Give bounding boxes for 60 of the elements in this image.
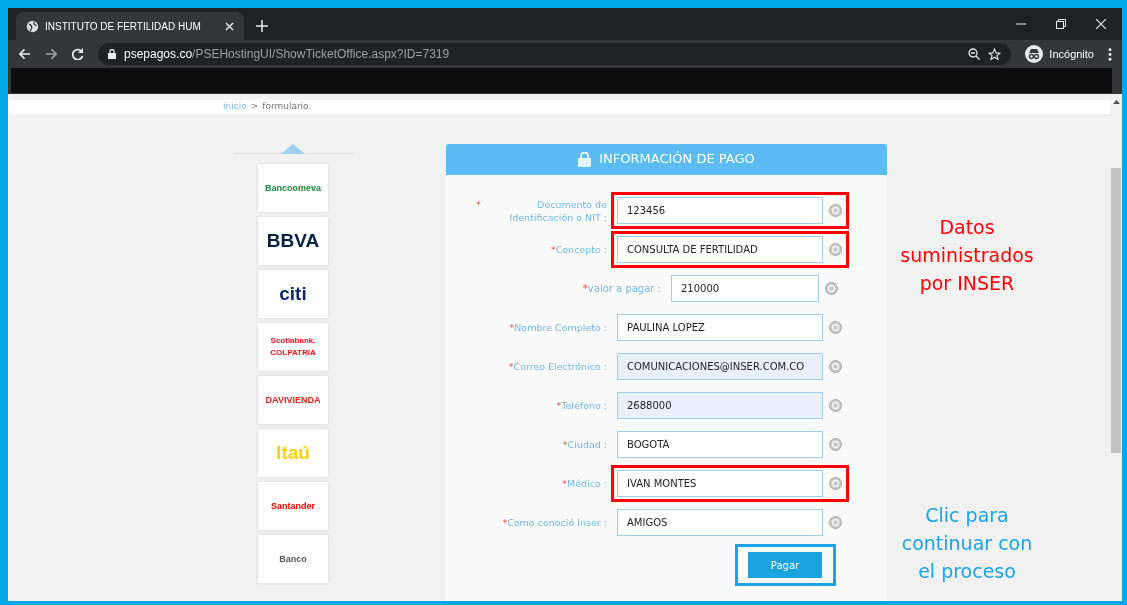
bank-logo[interactable]: Bancoomeva: [258, 163, 328, 212]
input-field[interactable]: 2688000: [617, 392, 823, 419]
profile-label: Incógnito: [1049, 46, 1094, 62]
browser-tab[interactable]: INSTITUTO DE FERTILIDAD HUM: [16, 12, 244, 40]
field-label: valor a pagar :: [587, 282, 661, 295]
input-field[interactable]: 210000: [671, 275, 819, 302]
field-label: Médico :: [567, 477, 607, 490]
required-mark: *: [562, 438, 568, 451]
zoom-icon[interactable]: [968, 48, 981, 60]
input-field[interactable]: COMUNICACIONES@INSER.COM.CO: [617, 353, 823, 380]
close-window-icon[interactable]: [1096, 19, 1106, 29]
lock-icon: [108, 49, 116, 59]
forward-icon[interactable]: [45, 48, 58, 60]
input-field[interactable]: 123456: [617, 197, 823, 224]
lock-icon: [578, 151, 592, 167]
field-label: Ciudad :: [567, 438, 607, 451]
field-label: Teléfono :: [561, 399, 607, 412]
annotation-text: Clic para continuar con el proceso: [900, 503, 1034, 584]
scroll-up-arrow-icon[interactable]: [1112, 100, 1120, 104]
breadcrumb-separator: >: [250, 100, 259, 113]
input-field[interactable]: CONSULTA DE FERTILIDAD: [617, 236, 823, 263]
annotation-text: Datos suministrados por INSER: [899, 215, 1035, 296]
form-title: INFORMACIÓN DE PAGO: [599, 150, 755, 169]
menu-icon[interactable]: [1108, 47, 1112, 61]
address-bar[interactable]: psepagos.co/PSEHostingUI/ShowTicketOffice.aspx?ID=7319: [98, 43, 1012, 65]
close-icon[interactable]: [225, 21, 234, 31]
globe-icon: [26, 19, 39, 33]
input-field[interactable]: AMIGOS: [617, 509, 823, 536]
back-icon[interactable]: [18, 48, 31, 60]
bank-logo[interactable]: Santander: [258, 481, 328, 530]
restore-icon[interactable]: [1056, 19, 1066, 29]
field-label: Concepto :: [555, 243, 607, 256]
required-mark: *: [556, 399, 562, 412]
reload-icon[interactable]: [72, 48, 84, 60]
bank-logo[interactable]: Banco: [258, 534, 328, 583]
bank-logo[interactable]: DAVIVIENDA: [258, 375, 328, 424]
field-label: Nombre Completo :: [514, 321, 607, 334]
input-field[interactable]: IVAN MONTES: [617, 470, 823, 497]
field-label: Correo Electrónico :: [513, 360, 607, 373]
tab-title: INSTITUTO DE FERTILIDAD HUM: [45, 19, 202, 34]
field-label: Documento de Identificación o NIT :: [508, 197, 607, 224]
required-mark: *: [502, 516, 508, 529]
breadcrumb-current: formulario: [262, 100, 309, 113]
input-field[interactable]: PAULINA LOPEZ: [617, 314, 823, 341]
required-mark: *: [562, 477, 568, 490]
required-mark: *: [476, 197, 481, 211]
bank-logo[interactable]: BBVA: [258, 216, 328, 265]
required-mark: *: [550, 243, 556, 256]
field-label: Como conoció Inser :: [507, 516, 607, 529]
url-text: psepagos.co/PSEHostingUI/ShowTicketOffice.aspx?ID=7319: [124, 46, 450, 63]
scroll-up-handle[interactable]: [233, 143, 353, 154]
required-mark: *: [509, 321, 515, 334]
input-field[interactable]: BOGOTÁ: [617, 431, 823, 458]
star-icon[interactable]: [988, 47, 1002, 61]
new-tab-icon[interactable]: [256, 20, 268, 32]
incognito-icon[interactable]: [1025, 45, 1044, 63]
bank-logo[interactable]: citi: [258, 269, 328, 318]
bank-logo[interactable]: Scotiabank. COLPATRIA: [258, 322, 328, 371]
required-mark: *: [582, 282, 588, 295]
required-mark: *: [508, 360, 514, 373]
